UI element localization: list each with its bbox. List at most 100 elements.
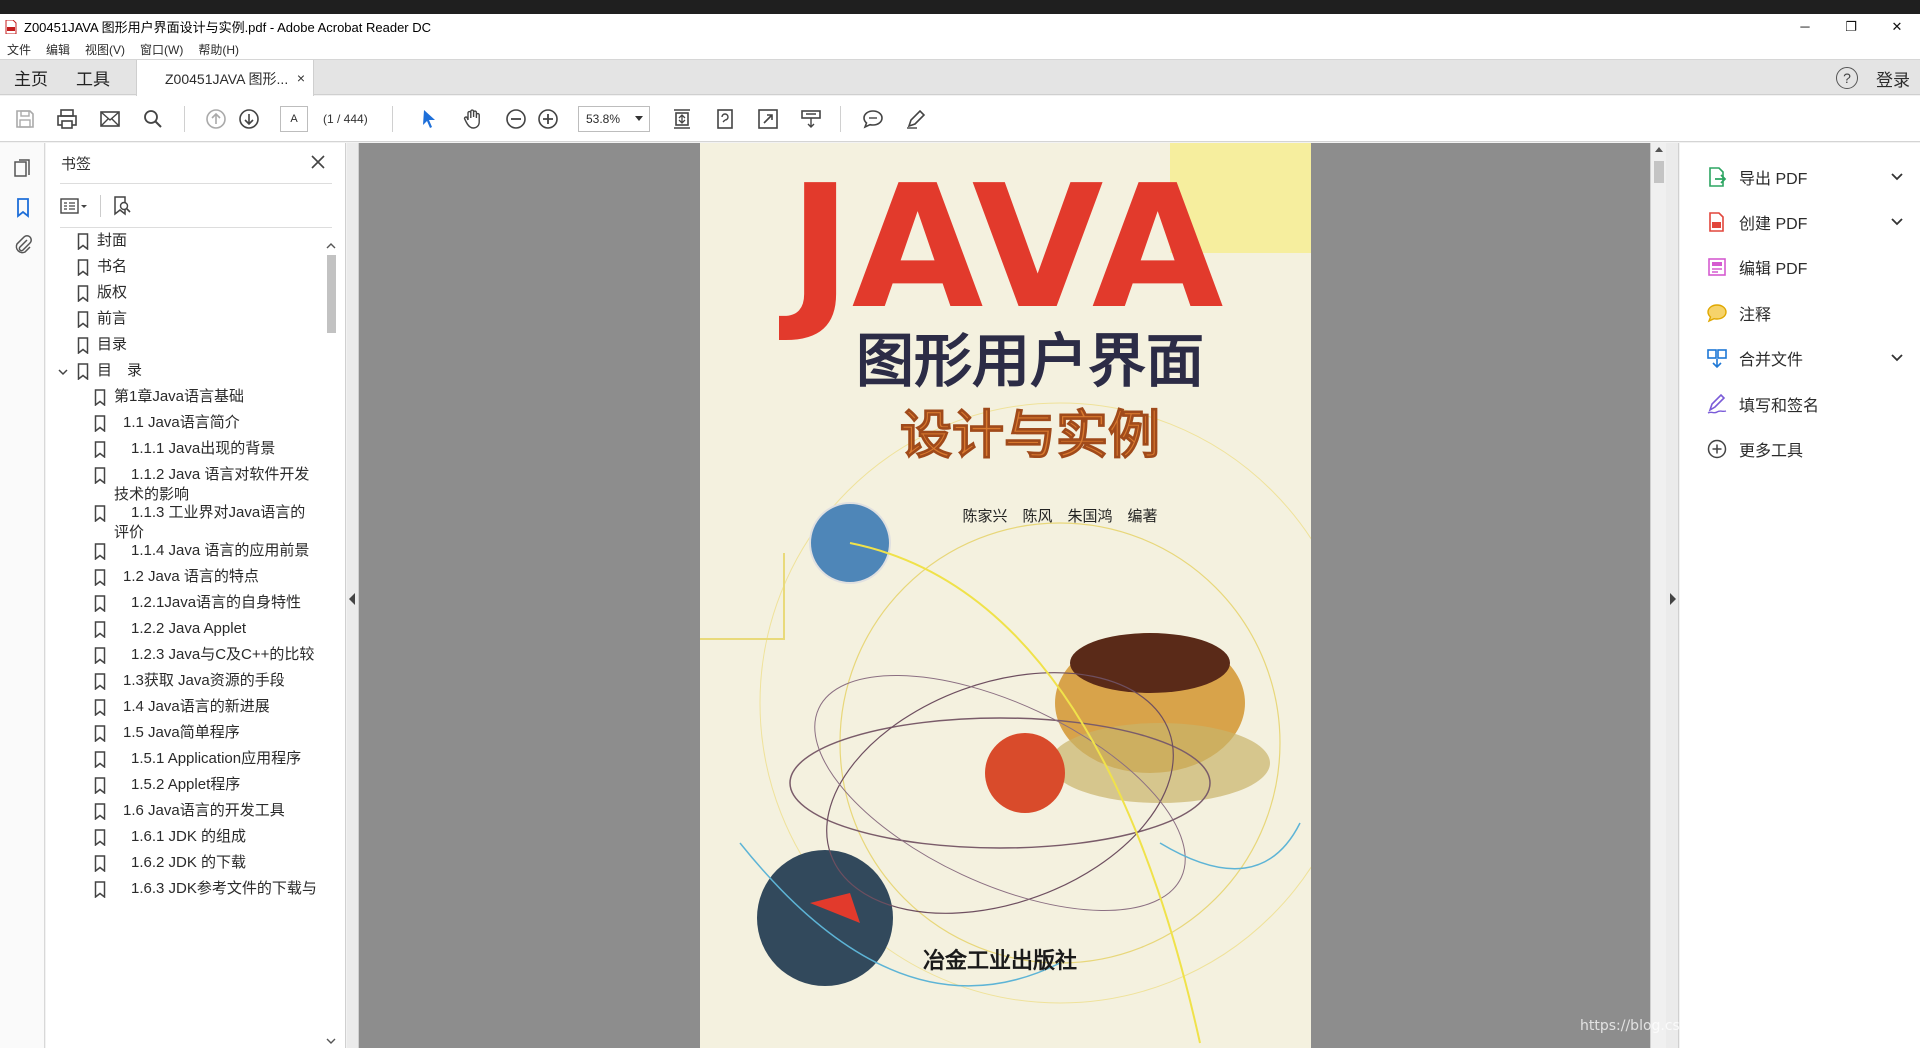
bookmark-item[interactable]: 1.6.2 JDK 的下载 xyxy=(46,853,326,879)
bookmark-label: 1.1.4 Java 语言的应用前景 xyxy=(131,542,310,559)
tool-more-tools[interactable]: 更多工具 xyxy=(1705,435,1905,463)
zoom-select[interactable]: 53.8% xyxy=(578,106,650,132)
save-icon[interactable] xyxy=(12,106,38,132)
search-icon[interactable] xyxy=(140,106,166,132)
menu-file[interactable]: 文件 xyxy=(0,41,39,58)
bookmark-icon xyxy=(77,233,89,250)
document-scrollbar[interactable] xyxy=(1650,143,1666,1048)
highlight-pen-icon[interactable] xyxy=(903,106,929,132)
divider xyxy=(60,183,332,184)
tool-comment[interactable]: 注释 xyxy=(1705,299,1905,327)
zoom-in-icon[interactable] xyxy=(535,106,561,132)
left-navigation-rail xyxy=(0,143,45,1048)
comment-icon[interactable] xyxy=(860,106,886,132)
bookmark-item[interactable]: 1.1.4 Java 语言的应用前景 xyxy=(46,541,326,567)
bookmark-item[interactable]: 目 录 xyxy=(46,361,326,387)
bookmark-item[interactable]: 1.1.2 Java 语言对软件开发技术的影响 xyxy=(46,465,326,503)
bookmark-item[interactable]: 1.4 Java语言的新进展 xyxy=(46,697,326,723)
tool-fill-sign[interactable]: 填写和签名 xyxy=(1705,390,1905,418)
edit-pdf-icon xyxy=(1705,255,1729,279)
previous-page-icon[interactable] xyxy=(203,106,229,132)
bookmark-item[interactable]: 1.5.1 Application应用程序 xyxy=(46,749,326,775)
bookmark-item[interactable]: 目录 xyxy=(46,335,326,361)
bookmark-list: 封面 书名 版权 前言 目录目 录第1章Java语言基础 1.1 Java语言简介 1.1.… xyxy=(46,231,326,1048)
bookmark-item[interactable]: 1.2.2 Java Applet xyxy=(46,619,326,645)
scroll-down-icon[interactable] xyxy=(324,1036,338,1046)
tool-export-pdf[interactable]: 导出 PDF xyxy=(1705,163,1905,191)
bookmark-item[interactable]: 前言 xyxy=(46,309,326,335)
scroll-up-icon[interactable] xyxy=(1655,147,1663,152)
restore-button[interactable]: ❐ xyxy=(1828,14,1874,39)
page-thumbnails-icon[interactable] xyxy=(11,157,35,181)
help-icon[interactable]: ? xyxy=(1836,67,1858,89)
menu-view[interactable]: 视图(V) xyxy=(78,41,133,58)
bookmark-item[interactable]: 1.1.3 工业界对Java语言的评价 xyxy=(46,503,326,541)
fit-page-icon[interactable] xyxy=(669,106,695,132)
login-button[interactable]: 登录 xyxy=(1876,66,1910,91)
print-icon[interactable] xyxy=(54,106,80,132)
options-menu-icon[interactable] xyxy=(60,194,90,218)
bookmark-item[interactable]: 1.2.1Java语言的自身特性 xyxy=(46,593,326,619)
zoom-out-icon[interactable] xyxy=(503,106,529,132)
menu-edit[interactable]: 编辑 xyxy=(39,41,78,58)
document-viewer[interactable]: JAVA 图形用户界面 设计与实例 陈家兴 陈风 朱国鸿 编著 冶金工业出版社 xyxy=(359,143,1654,1048)
bookmark-item[interactable]: 1.2.3 Java与C及C++的比较 xyxy=(46,645,326,671)
collapse-left-panel-button[interactable] xyxy=(347,143,359,1048)
bookmark-item[interactable]: 1.5.2 Applet程序 xyxy=(46,775,326,801)
bookmark-item[interactable]: 1.6 Java语言的开发工具 xyxy=(46,801,326,827)
bookmark-item[interactable]: 1.3获取 Java资源的手段 xyxy=(46,671,326,697)
bookmark-item[interactable]: 1.1.1 Java出现的背景 xyxy=(46,439,326,465)
scrollbar-thumb[interactable] xyxy=(1654,161,1664,183)
full-screen-icon[interactable] xyxy=(755,106,781,132)
scroll-up-icon[interactable] xyxy=(324,241,338,251)
bookmarks-icon[interactable] xyxy=(11,195,35,219)
bookmark-icon xyxy=(94,803,106,820)
tool-combine-files[interactable]: 合并文件 xyxy=(1705,344,1905,372)
close-icon[interactable] xyxy=(307,151,329,173)
bookmark-item[interactable]: 第1章Java语言基础 xyxy=(46,387,326,413)
rotate-view-icon[interactable] xyxy=(712,106,738,132)
tab-home[interactable]: 主页 xyxy=(0,60,62,94)
bookmark-label: 1.2 Java 语言的特点 xyxy=(123,568,259,585)
bookmark-item[interactable]: 封面 xyxy=(46,231,326,257)
tab-tools[interactable]: 工具 xyxy=(62,60,124,94)
menu-window[interactable]: 窗口(W) xyxy=(133,41,191,58)
bookmark-scrollbar[interactable] xyxy=(324,239,338,1048)
scrollbar-thumb[interactable] xyxy=(327,255,336,333)
bookmark-item[interactable]: 1.5 Java简单程序 xyxy=(46,723,326,749)
menu-help[interactable]: 帮助(H) xyxy=(191,41,247,58)
tool-create-pdf[interactable]: 创建 PDF xyxy=(1705,208,1905,236)
chevron-down-icon[interactable] xyxy=(57,366,69,378)
bookmark-item[interactable]: 1.1 Java语言简介 xyxy=(46,413,326,439)
select-cursor-icon[interactable] xyxy=(416,106,442,132)
tool-label: 编辑 PDF xyxy=(1739,261,1808,278)
tab-document[interactable]: Z00451JAVA 图形... × xyxy=(136,60,314,97)
minimize-button[interactable]: ─ xyxy=(1782,14,1828,39)
bookmark-item[interactable]: 1.6.1 JDK 的组成 xyxy=(46,827,326,853)
bookmark-label: 1.5 Java简单程序 xyxy=(123,724,240,741)
scroll-mode-icon[interactable] xyxy=(798,106,824,132)
bookmark-item[interactable]: 书名 xyxy=(46,257,326,283)
find-bookmark-icon[interactable] xyxy=(111,194,135,218)
collapse-right-panel-button[interactable] xyxy=(1666,143,1679,1048)
bookmark-icon xyxy=(94,647,106,664)
chevron-down-icon[interactable] xyxy=(1889,350,1905,366)
bookmark-item[interactable]: 1.2 Java 语言的特点 xyxy=(46,567,326,593)
bookmarks-toolbar xyxy=(60,191,135,221)
bookmark-item[interactable]: 1.6.3 JDK参考文件的下载与 xyxy=(46,879,326,905)
attachments-icon[interactable] xyxy=(11,233,35,257)
chevron-down-icon[interactable] xyxy=(1889,214,1905,230)
close-window-button[interactable]: ✕ xyxy=(1874,14,1920,39)
email-icon[interactable] xyxy=(97,106,123,132)
hand-tool-icon[interactable] xyxy=(460,106,486,132)
next-page-icon[interactable] xyxy=(236,106,262,132)
page-number-input[interactable]: A xyxy=(280,106,308,132)
tool-edit-pdf[interactable]: 编辑 PDF xyxy=(1705,253,1905,281)
bookmark-item[interactable]: 版权 xyxy=(46,283,326,309)
bookmark-label: 1.1.1 Java出现的背景 xyxy=(131,440,276,457)
chevron-left-icon xyxy=(349,593,355,605)
chevron-down-icon[interactable] xyxy=(1889,169,1905,185)
cover-authors: 陈家兴 陈风 朱国鸿 编著 xyxy=(962,507,1157,525)
close-tab-icon[interactable]: × xyxy=(297,70,305,86)
bookmark-icon xyxy=(77,285,89,302)
